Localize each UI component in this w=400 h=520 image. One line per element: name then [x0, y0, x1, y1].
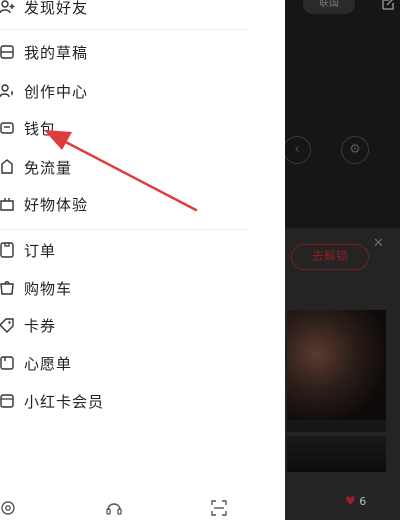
coupon-icon: [0, 314, 18, 336]
menu-item-label: 购物车: [24, 279, 73, 298]
background-circle-button: ‹: [285, 136, 311, 164]
drawer-bottom-bar: [0, 492, 285, 520]
add-friend-icon: [0, 0, 18, 18]
divider: [0, 29, 248, 30]
background-card: ✕ 去解锁 ♥ 6: [285, 228, 400, 520]
background-gear-icon: ⚙: [341, 136, 369, 164]
heart-icon: ♥: [345, 494, 356, 508]
draft-icon: [0, 41, 18, 63]
menu-item-drafts[interactable]: 我的草稿: [0, 34, 285, 70]
edit-icon: [380, 0, 396, 12]
menu-item-label: 发现好友: [24, 0, 89, 17]
menu-item-label: 心愿单: [24, 354, 73, 373]
menu-item-product-trial[interactable]: 好物体验: [0, 186, 285, 222]
likes-count: 6: [359, 495, 367, 508]
wallet-icon: [0, 117, 18, 139]
menu-item-label: 卡券: [24, 316, 57, 335]
data-free-icon: [0, 156, 18, 178]
unlock-button: 去解锁: [291, 244, 369, 270]
menu-item-label: 好物体验: [24, 195, 89, 214]
background-photo: [287, 310, 386, 420]
background-app: 联国 ‹ ⚙ ✕ 去解锁 ♥ 6: [285, 0, 400, 520]
wishlist-icon: [0, 352, 18, 374]
order-icon: [0, 239, 18, 261]
menu-item-coupons[interactable]: 卡券: [0, 307, 285, 343]
menu-item-creator-center[interactable]: 创作中心: [0, 73, 285, 109]
menu-item-discover-friends[interactable]: 发现好友: [0, 0, 285, 25]
help-icon[interactable]: [104, 498, 124, 518]
menu-item-cart[interactable]: 购物车: [0, 270, 285, 306]
settings-icon[interactable]: [0, 498, 18, 518]
likes-indicator: ♥ 6: [345, 494, 366, 508]
menu-item-label: 钱包: [24, 119, 57, 138]
menu-item-label: 免流量: [24, 158, 73, 177]
background-top-pill: 联国: [303, 0, 355, 14]
gift-icon: [0, 193, 18, 215]
cart-icon: [0, 277, 18, 299]
side-drawer: 发现好友 我的草稿 创作中心 钱包 免流量 好物体验 订单 购物车 卡券 心愿单…: [0, 0, 285, 520]
membership-icon: [0, 390, 18, 412]
scan-icon[interactable]: [209, 498, 229, 518]
menu-item-label: 创作中心: [24, 82, 89, 101]
divider: [0, 229, 248, 230]
menu-item-label: 我的草稿: [24, 43, 89, 62]
sparkle-icon: [0, 80, 18, 102]
close-icon: ✕: [373, 236, 384, 251]
menu-item-data-free[interactable]: 免流量: [0, 149, 285, 185]
menu-item-wallet[interactable]: 钱包: [0, 110, 285, 146]
menu-item-membership[interactable]: 小红卡会员: [0, 383, 285, 419]
menu-item-wishlist[interactable]: 心愿单: [0, 345, 285, 381]
background-photo-2: [287, 436, 386, 472]
menu-item-label: 小红卡会员: [24, 392, 105, 411]
menu-item-label: 订单: [24, 241, 57, 260]
menu-item-orders[interactable]: 订单: [0, 232, 285, 268]
background-photo-caption-strip: [287, 420, 386, 432]
